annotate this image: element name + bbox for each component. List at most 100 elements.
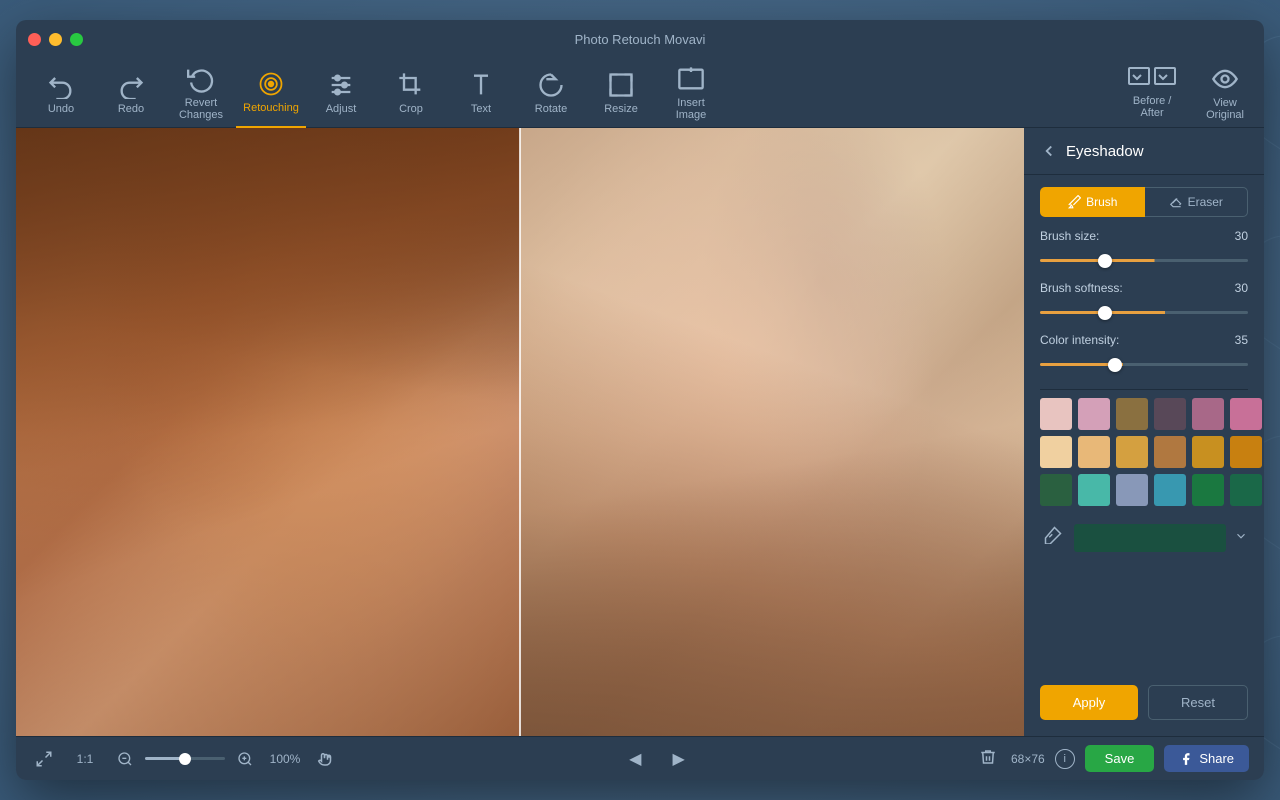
- next-photo-button[interactable]: ▶: [664, 745, 692, 773]
- bottom-center: ◀ ▶: [621, 745, 693, 773]
- panel-header: Eyeshadow: [1024, 128, 1264, 175]
- insert-image-label: InsertImage: [676, 97, 707, 121]
- app-window: Photo Retouch Movavi Undo Redo: [16, 20, 1264, 780]
- back-button[interactable]: [1040, 142, 1058, 160]
- eraser-button[interactable]: Eraser: [1145, 187, 1249, 217]
- rotate-button[interactable]: Rotate: [516, 58, 586, 128]
- color-swatch[interactable]: [1040, 436, 1072, 468]
- split-divider[interactable]: [519, 128, 521, 736]
- brush-size-row: Brush size: 30: [1040, 229, 1248, 267]
- title-bar: Photo Retouch Movavi: [16, 20, 1264, 58]
- zoom-slider[interactable]: [145, 757, 225, 760]
- before-after-button[interactable]: Before /After: [1118, 58, 1186, 128]
- color-intensity-slider[interactable]: [1040, 363, 1248, 366]
- brush-size-label: Brush size:: [1040, 229, 1099, 243]
- selected-color-bar[interactable]: [1074, 524, 1226, 552]
- eyedropper-button[interactable]: [1040, 522, 1066, 553]
- maximize-button[interactable]: [70, 33, 83, 46]
- toolbar-left: Undo Redo RevertChanges: [26, 58, 236, 128]
- zoom-percent-label: 100%: [265, 752, 305, 766]
- color-swatch[interactable]: [1230, 398, 1262, 430]
- redo-button[interactable]: Redo: [96, 58, 166, 128]
- adjust-label: Adjust: [326, 103, 357, 115]
- bottom-left: 1:1 100%: [31, 746, 339, 772]
- canvas-area[interactable]: [16, 128, 1024, 736]
- crop-button[interactable]: Crop: [376, 58, 446, 128]
- dimensions-label: 68×76: [1011, 752, 1045, 766]
- close-button[interactable]: [28, 33, 41, 46]
- apply-button[interactable]: Apply: [1040, 685, 1138, 720]
- color-swatch[interactable]: [1116, 398, 1148, 430]
- color-intensity-row: Color intensity: 35: [1040, 333, 1248, 371]
- color-swatch[interactable]: [1154, 436, 1186, 468]
- color-swatch[interactable]: [1040, 398, 1072, 430]
- brush-softness-slider[interactable]: [1040, 311, 1248, 314]
- delete-button[interactable]: [975, 744, 1001, 773]
- color-swatch[interactable]: [1116, 474, 1148, 506]
- before-after-label: Before /After: [1133, 95, 1172, 119]
- color-swatch[interactable]: [1154, 474, 1186, 506]
- reset-button[interactable]: Reset: [1148, 685, 1248, 720]
- photo-right: [520, 128, 1024, 736]
- color-intensity-label: Color intensity:: [1040, 333, 1119, 347]
- color-swatch[interactable]: [1192, 474, 1224, 506]
- revert-button[interactable]: RevertChanges: [166, 58, 236, 128]
- view-original-label: ViewOriginal: [1206, 97, 1244, 121]
- brush-eraser-row: Brush Eraser: [1024, 175, 1264, 229]
- photo-left: [16, 128, 520, 736]
- brush-softness-row: Brush softness: 30: [1040, 281, 1248, 319]
- info-button[interactable]: i: [1055, 749, 1075, 769]
- color-swatch[interactable]: [1078, 474, 1110, 506]
- zoom-1to1-label: 1:1: [65, 752, 105, 766]
- share-button[interactable]: Share: [1164, 745, 1249, 772]
- window-controls: [28, 33, 83, 46]
- undo-button[interactable]: Undo: [26, 58, 96, 128]
- revert-label: RevertChanges: [179, 97, 223, 121]
- zoom-out-button[interactable]: [113, 747, 137, 771]
- action-row: Apply Reset: [1024, 675, 1264, 736]
- minimize-button[interactable]: [49, 33, 62, 46]
- eyedropper-row: [1024, 514, 1264, 565]
- view-original-button[interactable]: ViewOriginal: [1196, 58, 1254, 128]
- color-swatch[interactable]: [1192, 436, 1224, 468]
- color-intensity-value: 35: [1223, 333, 1248, 347]
- color-swatch[interactable]: [1040, 474, 1072, 506]
- save-button[interactable]: Save: [1085, 745, 1155, 772]
- brush-size-value: 30: [1223, 229, 1248, 243]
- eraser-label: Eraser: [1188, 195, 1223, 209]
- adjust-button[interactable]: Adjust: [306, 58, 376, 128]
- pan-tool-button[interactable]: [313, 746, 339, 772]
- color-swatch[interactable]: [1078, 436, 1110, 468]
- color-swatch[interactable]: [1230, 436, 1262, 468]
- photo-container: [16, 128, 1024, 736]
- text-label: Text: [471, 103, 491, 115]
- main-content: Eyeshadow Brush Eraser: [16, 128, 1264, 736]
- resize-button[interactable]: Resize: [586, 58, 656, 128]
- redo-label: Redo: [118, 103, 144, 115]
- brush-size-slider[interactable]: [1040, 259, 1248, 262]
- prev-photo-button[interactable]: ◀: [621, 745, 649, 773]
- share-label: Share: [1199, 751, 1234, 766]
- bottom-right: 68×76 i Save Share: [975, 744, 1249, 773]
- insert-image-button[interactable]: InsertImage: [656, 58, 726, 128]
- right-panel: Eyeshadow Brush Eraser: [1024, 128, 1264, 736]
- color-swatch[interactable]: [1192, 398, 1224, 430]
- color-swatch[interactable]: [1078, 398, 1110, 430]
- undo-label: Undo: [48, 103, 74, 115]
- bottom-bar: 1:1 100%: [16, 736, 1264, 780]
- toolbar-center: Retouching Adjust Crop: [236, 58, 726, 128]
- resize-label: Resize: [604, 103, 638, 115]
- fullscreen-button[interactable]: [31, 746, 57, 772]
- text-button[interactable]: Text: [446, 58, 516, 128]
- panel-title: Eyeshadow: [1066, 143, 1144, 160]
- zoom-in-button[interactable]: [233, 747, 257, 771]
- brush-button[interactable]: Brush: [1040, 187, 1145, 217]
- brush-softness-value: 30: [1223, 281, 1248, 295]
- toolbar: Undo Redo RevertChanges: [16, 58, 1264, 128]
- retouching-button[interactable]: Retouching: [236, 58, 306, 128]
- color-swatch[interactable]: [1116, 436, 1148, 468]
- color-swatch[interactable]: [1154, 398, 1186, 430]
- color-grid: [1024, 390, 1264, 514]
- color-dropdown-button[interactable]: [1234, 529, 1248, 546]
- color-swatch[interactable]: [1230, 474, 1262, 506]
